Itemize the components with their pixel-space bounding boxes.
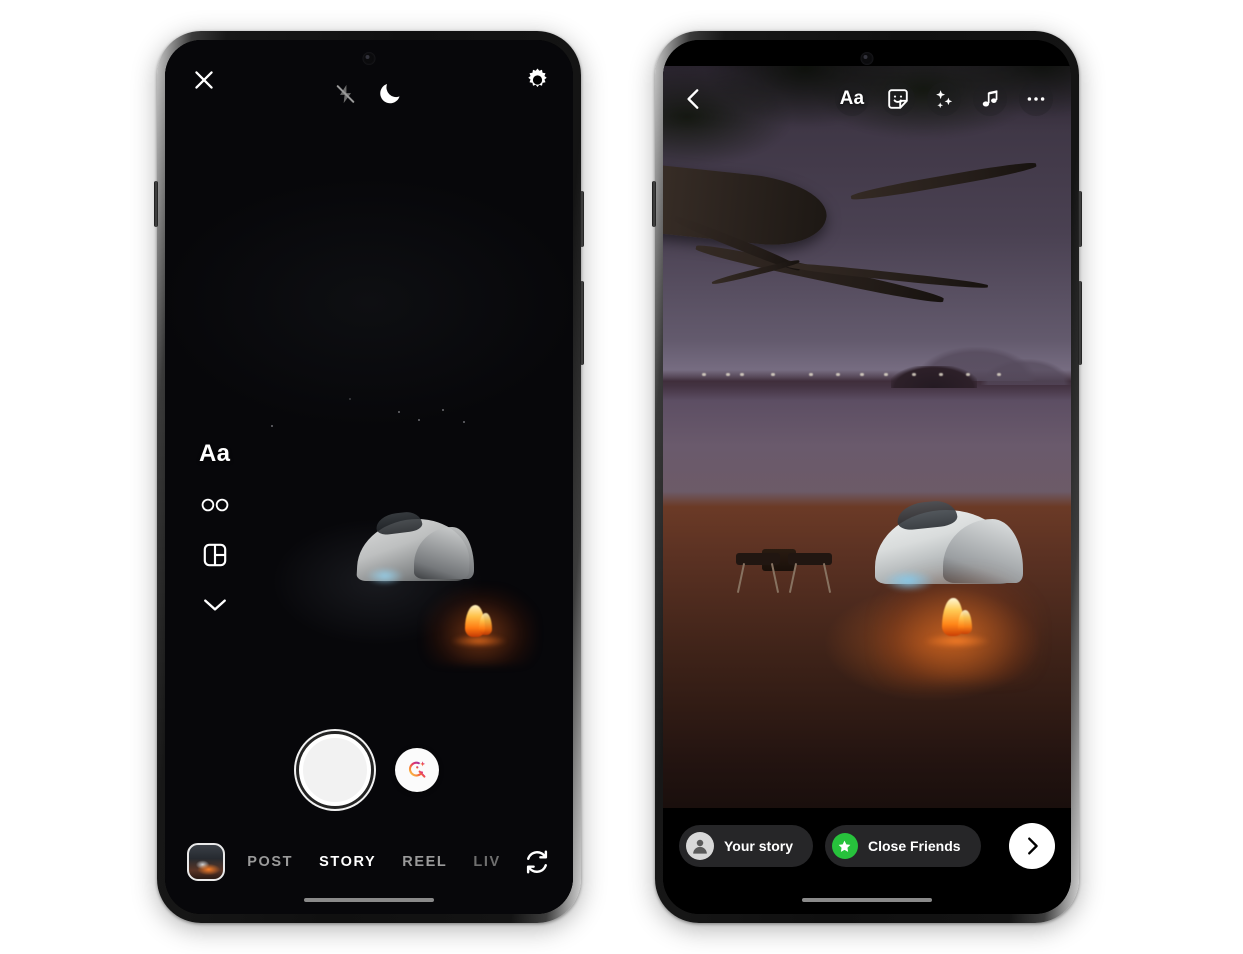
volume-rocker[interactable] <box>580 281 584 365</box>
tab-post[interactable]: POST <box>247 854 293 870</box>
tent-subject <box>356 505 476 585</box>
tab-live[interactable]: LIV <box>473 854 500 870</box>
camera-screen: Aa POST STORY REEL LIV <box>165 40 573 914</box>
sticker-smiley-icon[interactable] <box>881 82 915 116</box>
volume-button[interactable] <box>154 181 158 227</box>
campfire-subject <box>423 587 537 665</box>
next-arrow-icon[interactable] <box>1009 823 1055 869</box>
camera-shutter-row <box>165 734 573 806</box>
flash-off-icon[interactable] <box>335 83 357 105</box>
volume-button[interactable] <box>652 181 656 227</box>
camera-bottom-bar: POST STORY REEL LIV <box>165 838 573 886</box>
shoreline-lights <box>696 373 1039 377</box>
effects-button[interactable] <box>395 748 439 792</box>
phone-device-camera: Aa POST STORY REEL LIV <box>154 31 584 923</box>
tree-silhouette <box>663 66 1071 552</box>
back-chevron-icon[interactable] <box>681 86 707 112</box>
camera-tool-rail: Aa <box>199 440 230 614</box>
more-dots-icon[interactable] <box>1019 82 1053 116</box>
story-photo[interactable] <box>663 66 1071 826</box>
shutter-button[interactable] <box>299 734 371 806</box>
gallery-thumbnail[interactable] <box>187 843 225 881</box>
camp-chairs <box>736 537 866 594</box>
campfire-subject <box>874 568 1043 682</box>
volume-rocker[interactable] <box>1078 281 1082 365</box>
tab-story[interactable]: STORY <box>319 854 376 870</box>
music-note-icon[interactable] <box>973 82 1007 116</box>
editor-top-bar: Aa <box>663 66 1071 132</box>
power-button[interactable] <box>580 191 584 247</box>
your-story-button[interactable]: Your story <box>679 825 813 867</box>
camera-mode-icons <box>335 80 404 107</box>
phone-device-editor: Aa Your story Close Friends <box>652 31 1082 923</box>
layout-grid-icon[interactable] <box>202 542 228 568</box>
night-mode-icon[interactable] <box>377 80 404 107</box>
chevron-down-icon[interactable] <box>202 596 228 614</box>
editor-tool-group: Aa <box>835 82 1053 116</box>
your-story-label: Your story <box>724 838 793 854</box>
settings-gear-icon[interactable] <box>524 67 551 94</box>
sparkles-icon[interactable] <box>927 82 961 116</box>
infinity-icon[interactable] <box>200 496 230 514</box>
screenshot-canvas: Aa POST STORY REEL LIV Aa Your story Clo… <box>0 0 1243 954</box>
close-icon[interactable] <box>187 63 221 97</box>
power-button[interactable] <box>1078 191 1082 247</box>
close-friends-star-icon <box>831 833 858 859</box>
camera-mode-tabs: POST STORY REEL LIV <box>229 854 519 870</box>
front-camera-punchhole <box>860 52 874 65</box>
close-friends-label: Close Friends <box>867 838 961 854</box>
front-camera-punchhole <box>362 52 376 65</box>
close-friends-button[interactable]: Close Friends <box>824 825 981 867</box>
flip-camera-icon[interactable] <box>523 848 551 876</box>
avatar <box>686 832 714 860</box>
story-editor-screen: Aa Your story Close Friends <box>663 40 1071 914</box>
text-tool[interactable]: Aa <box>199 440 230 468</box>
home-indicator <box>304 898 434 902</box>
text-tool[interactable]: Aa <box>835 82 869 116</box>
home-indicator <box>802 898 932 902</box>
tab-reel[interactable]: REEL <box>402 854 447 870</box>
